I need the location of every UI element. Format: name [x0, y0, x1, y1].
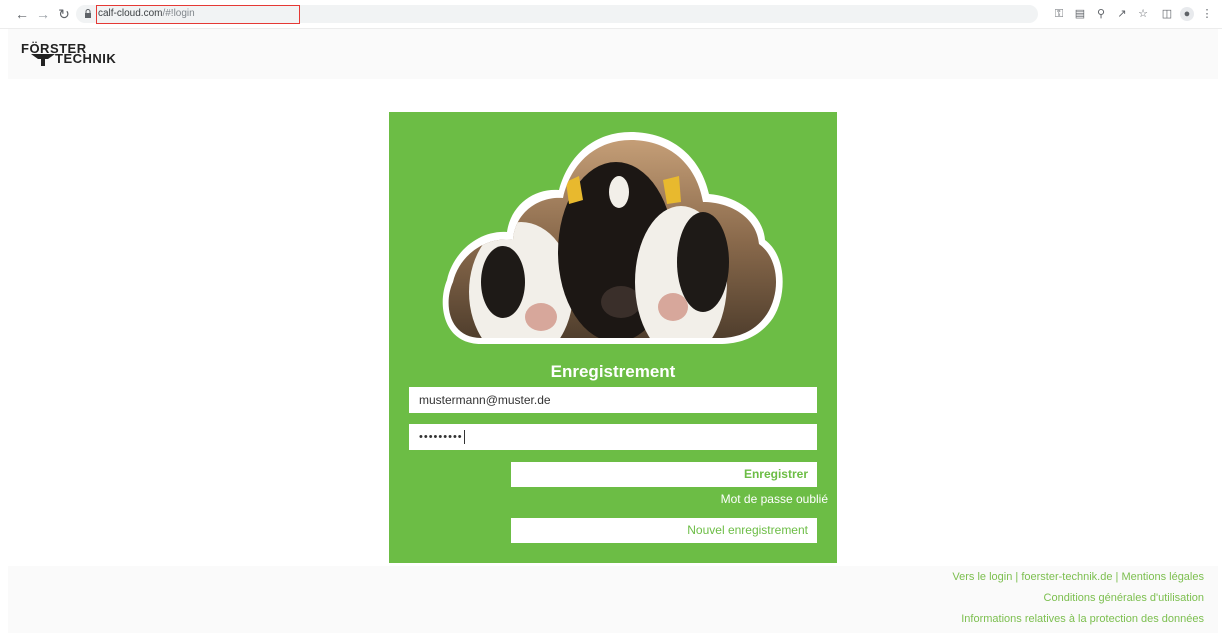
footer-link-terms[interactable]: Conditions générales d'utilisation — [1044, 591, 1204, 605]
sidepanel-icon[interactable]: ◫ — [1160, 7, 1174, 21]
translate-icon[interactable]: ▤ — [1073, 7, 1087, 21]
forgot-password-link[interactable]: Mot de passe oublié — [721, 491, 828, 507]
password-mask: ••••••••• — [419, 431, 463, 443]
profile-icon[interactable]: ● — [1180, 7, 1194, 21]
email-field[interactable]: mustermann@muster.de — [409, 387, 817, 413]
forward-icon[interactable]: → — [35, 6, 51, 22]
footer-link-legal[interactable]: Mentions légales — [1121, 571, 1204, 583]
logo-mark-icon — [31, 54, 55, 66]
site-header — [8, 29, 1218, 79]
login-title: Enregistrement — [550, 362, 676, 381]
login-card: Enregistrement mustermann@muster.de ••••… — [389, 112, 837, 563]
text-caret — [463, 430, 465, 445]
url-highlight-box — [96, 5, 300, 24]
submit-button[interactable]: Enregistrer — [511, 462, 817, 487]
logo[interactable]: FÖRSTER TECHNIK — [21, 42, 125, 68]
footer-link-privacy[interactable]: Informations relatives à la protection d… — [961, 612, 1204, 626]
star-icon[interactable]: ☆ — [1136, 7, 1150, 21]
back-icon[interactable]: ← — [14, 6, 30, 22]
footer-link-login[interactable]: Vers le login — [952, 571, 1012, 583]
menu-icon[interactable]: ⋮ — [1200, 7, 1214, 21]
zoom-icon[interactable]: ⚲ — [1094, 7, 1108, 21]
lock-icon[interactable] — [84, 9, 92, 18]
password-field[interactable]: ••••••••• — [409, 424, 817, 450]
footer-separator: | — [1015, 571, 1019, 583]
browser-toolbar: ← → ↻ calf-cloud.com/#!login ⚿ ▤ ⚲ ↗ ☆ ◫… — [0, 0, 1222, 29]
share-icon[interactable]: ↗ — [1115, 7, 1129, 21]
cloud-photo-image — [442, 132, 783, 344]
footer-separator: | — [1115, 571, 1119, 583]
key-icon[interactable]: ⚿ — [1052, 7, 1066, 21]
logo-text-line2: TECHNIK — [55, 51, 117, 66]
reload-icon[interactable]: ↻ — [56, 6, 72, 22]
footer-links-row: Vers le login | foerster-technik.de | Me… — [952, 570, 1204, 584]
new-registration-button[interactable]: Nouvel enregistrement — [511, 518, 817, 543]
footer-link-site[interactable]: foerster-technik.de — [1021, 571, 1112, 583]
